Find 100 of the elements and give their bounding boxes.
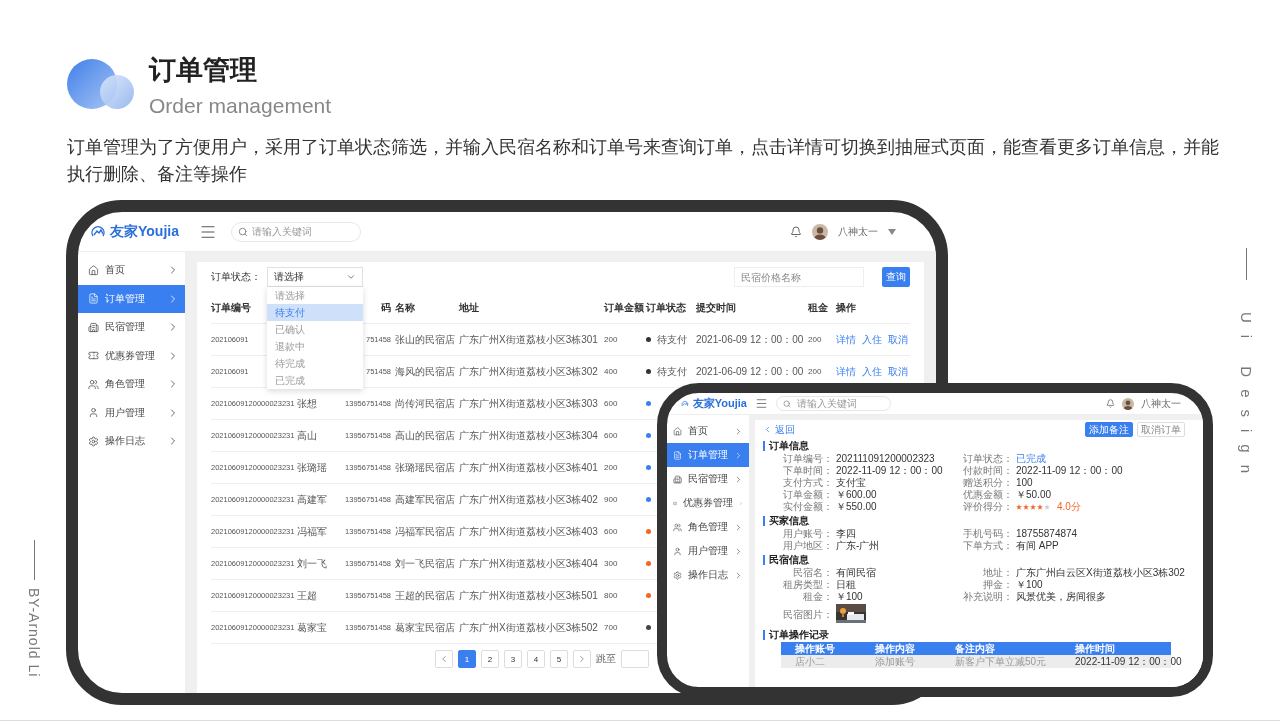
- search-field[interactable]: 请输入关键词: [231, 221, 361, 242]
- side-caption: Ui Design: [1238, 312, 1255, 486]
- app-logo: 友家Youjia: [692, 396, 747, 411]
- field-value: 风景优美，房间很多: [1015, 591, 1107, 603]
- building-icon: [88, 321, 99, 333]
- sidebar-item[interactable]: 角色管理: [78, 370, 185, 399]
- sidebar-item[interactable]: 用户管理: [667, 539, 749, 563]
- field-value: 2022-11-09 12：00：00: [835, 465, 944, 477]
- users-icon: [88, 378, 99, 390]
- field-value: 李四: [835, 528, 857, 540]
- field-label: 用户账号：: [783, 528, 833, 540]
- page-button[interactable]: 4: [527, 650, 545, 668]
- sidebar-item[interactable]: 订单管理: [667, 443, 749, 467]
- chevron-down-icon: [346, 272, 356, 282]
- chevron-right-icon: [734, 474, 743, 484]
- table-cell: 600: [604, 431, 618, 440]
- table-cell: 广东广州X街道荔枝小区3栋304: [459, 428, 598, 443]
- name-search-field[interactable]: 民宿价格名称: [734, 267, 864, 287]
- column-header: 地址: [459, 300, 479, 315]
- search-field[interactable]: 请输入关键词: [776, 396, 891, 411]
- chevron-left-icon: [763, 425, 772, 434]
- sidebar-item[interactable]: 优惠券管理: [667, 491, 749, 515]
- caret-icon[interactable]: [888, 228, 896, 235]
- action-link[interactable]: 取消: [888, 364, 908, 379]
- field-label: 优惠金额：: [963, 489, 1013, 501]
- sidebar-item[interactable]: 用户管理: [78, 398, 185, 427]
- sidebar-item[interactable]: 订单管理: [78, 284, 185, 313]
- field-label: 实付金额：: [783, 501, 833, 513]
- table-cell: 广东广州X街道荔枝小区3栋301: [459, 332, 598, 347]
- user-name[interactable]: 八神太一: [838, 224, 878, 239]
- table-cell: 2021-06-09 12：00：00: [696, 332, 804, 347]
- field-label: 租金：: [803, 591, 833, 603]
- app-logo: 友家Youjia: [110, 222, 179, 241]
- table-cell: 300: [604, 559, 618, 568]
- user-name[interactable]: 八神太一: [1141, 396, 1181, 411]
- field-label: 地址：: [983, 567, 1013, 579]
- field-value: 有间 APP: [1015, 540, 1060, 552]
- rating-score: 4.0分: [1056, 501, 1081, 513]
- sidebar-item[interactable]: 民宿管理: [78, 313, 185, 342]
- field-label: 下单时间：: [783, 465, 833, 477]
- sidebar-item[interactable]: 首页: [78, 256, 185, 285]
- table-cell: 张璐瑶: [297, 460, 327, 475]
- sidebar-item[interactable]: 角色管理: [667, 515, 749, 539]
- field-label: 用户地区：: [783, 540, 833, 552]
- back-link[interactable]: 返回: [763, 422, 795, 437]
- status-label: 待支付: [657, 332, 687, 347]
- query-button[interactable]: 查询: [882, 267, 910, 287]
- action-link[interactable]: 入住: [862, 364, 882, 379]
- action-link[interactable]: 详情: [836, 332, 856, 347]
- cancel-order-button[interactable]: 取消订单: [1136, 422, 1185, 437]
- table-cell: 葛家宝: [297, 620, 327, 635]
- status-value: 已完成: [1015, 453, 1047, 465]
- sidebar-item[interactable]: 操作日志: [78, 427, 185, 456]
- field-label: 付款时间：: [963, 465, 1013, 477]
- table-cell: 冯福军: [297, 524, 327, 539]
- field-value: 日租: [835, 579, 857, 591]
- page-button[interactable]: 5: [550, 650, 568, 668]
- field-value: 18755874874: [1015, 528, 1079, 540]
- table-cell: 广东广州X街道荔枝小区3栋303: [459, 396, 598, 411]
- field-label: 补充说明：: [963, 591, 1013, 603]
- logo-icon: [681, 398, 689, 409]
- action-link[interactable]: 入住: [862, 332, 882, 347]
- field-value: 广东-广州: [835, 540, 881, 552]
- table-cell: 600: [604, 527, 618, 536]
- action-link[interactable]: 取消: [888, 332, 908, 347]
- avatar-icon[interactable]: [1122, 397, 1134, 410]
- document-icon: [673, 450, 682, 460]
- sidebar-item[interactable]: 优惠券管理: [78, 341, 185, 370]
- building-icon: [673, 474, 682, 484]
- author-credit: BY-Arnold Li: [26, 588, 42, 678]
- column-header: 操作时间: [1075, 642, 1116, 655]
- field-value: ￥50.00: [1015, 489, 1053, 501]
- status-select[interactable]: 请选择: [267, 267, 363, 287]
- avatar-icon[interactable]: [812, 223, 828, 240]
- page-button[interactable]: 2: [481, 650, 499, 668]
- bell-icon[interactable]: [1106, 399, 1115, 408]
- page-subtitle: Order management: [149, 94, 332, 118]
- field-label: 赠送积分：: [963, 477, 1013, 489]
- sidebar-item[interactable]: 操作日志: [667, 563, 749, 587]
- ticket-icon: [88, 350, 99, 362]
- table-cell: 张想: [297, 396, 317, 411]
- page-button[interactable]: 3: [504, 650, 522, 668]
- page-button[interactable]: 1: [458, 650, 476, 668]
- user-icon: [88, 407, 99, 419]
- action-link[interactable]: 详情: [836, 364, 856, 379]
- column-header: 订单金额: [604, 300, 644, 315]
- chevron-left-icon: [439, 654, 449, 664]
- table-cell: 刘一飞: [297, 556, 327, 571]
- home-icon: [673, 426, 682, 436]
- bell-icon[interactable]: [790, 225, 802, 238]
- field-label: 民宿图片：: [783, 609, 833, 621]
- sidebar-item[interactable]: 民宿管理: [667, 467, 749, 491]
- jump-field[interactable]: [621, 650, 649, 668]
- table-cell: 尚传河民宿店: [395, 396, 455, 411]
- menu-icon[interactable]: [755, 397, 768, 410]
- description: 订单管理为了方便用户，采用了订单状态筛选，并输入民宿名称和订单号来查询订单，点击详情可切换到抽屉式页面，能查看更多订单信息，并能执行删除、备注等操作: [67, 136, 1220, 186]
- table-cell: 张璐瑶民宿店: [395, 460, 455, 475]
- sidebar-item[interactable]: 首页: [667, 419, 749, 443]
- column-header: 提交时间: [696, 300, 736, 315]
- add-note-button[interactable]: 添加备注: [1084, 422, 1133, 437]
